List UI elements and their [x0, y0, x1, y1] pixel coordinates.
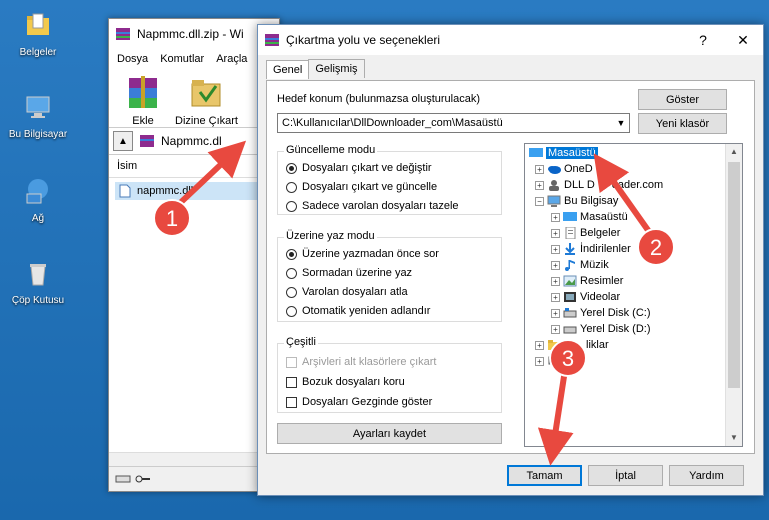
annotation-arrow-1 [175, 140, 247, 208]
annotation-arrow-3 [537, 369, 574, 466]
annotation-badge-1: 1 [153, 199, 191, 237]
annotation-layer: 1 2 3 [153, 140, 675, 466]
annotation-badge-3: 3 [549, 339, 587, 377]
annotation-number: 3 [562, 346, 574, 371]
annotation-number: 2 [650, 235, 662, 260]
annotation-arrow-2 [593, 153, 653, 235]
annotation-badge-2: 2 [637, 228, 675, 266]
annotation-number: 1 [166, 206, 178, 231]
